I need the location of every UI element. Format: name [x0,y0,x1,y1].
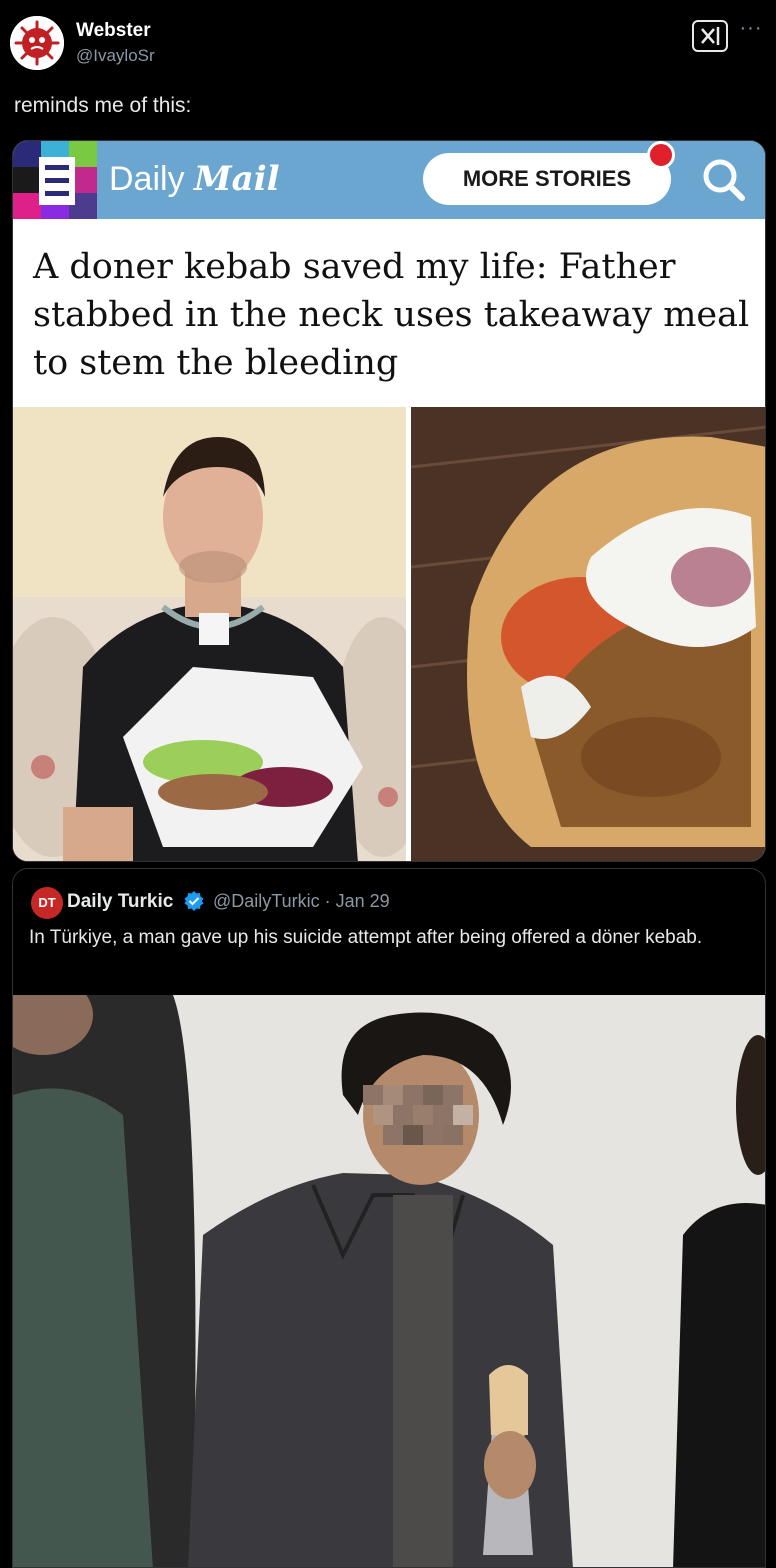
daily-mail-bar: Daily Mail MORE STORIES [13,141,765,219]
grok-icon[interactable] [692,20,728,52]
tweet-text: reminds me of this: [14,94,192,117]
menu-icon [13,141,97,219]
quoted-avatar[interactable]: DT [31,887,63,919]
more-icon[interactable]: ··· [734,18,768,42]
doner-kebab-photo [411,407,765,861]
more-stories-button[interactable]: MORE STORIES [423,153,671,205]
article-headline: A doner kebab saved my life: Father stab… [33,247,750,383]
search-icon[interactable] [699,155,747,203]
avatar[interactable] [10,16,64,70]
author-name[interactable]: Webster [76,20,151,42]
article-screenshot[interactable]: Daily Mail MORE STORIES A doner kebab sa… [12,140,766,862]
notification-badge [647,141,675,169]
quoted-tweet-text: In Türkiye, a man gave up his suicide at… [29,927,703,948]
man-holding-doner-photo [13,995,765,1567]
man-with-kebab-photo [13,407,406,861]
author-handle[interactable]: @IvayloSr [76,46,155,66]
quoted-author-name[interactable]: Daily Turkic [67,891,173,913]
verified-badge-icon [184,891,204,911]
daily-mail-logo[interactable]: Daily Mail [109,159,280,199]
quoted-tweet[interactable]: DT Daily Turkic @DailyTurkic · Jan 29 In… [12,868,766,1568]
tweet-header: Webster @IvayloSr ··· [0,0,776,80]
quoted-handle-date[interactable]: @DailyTurkic · Jan 29 [213,891,390,912]
